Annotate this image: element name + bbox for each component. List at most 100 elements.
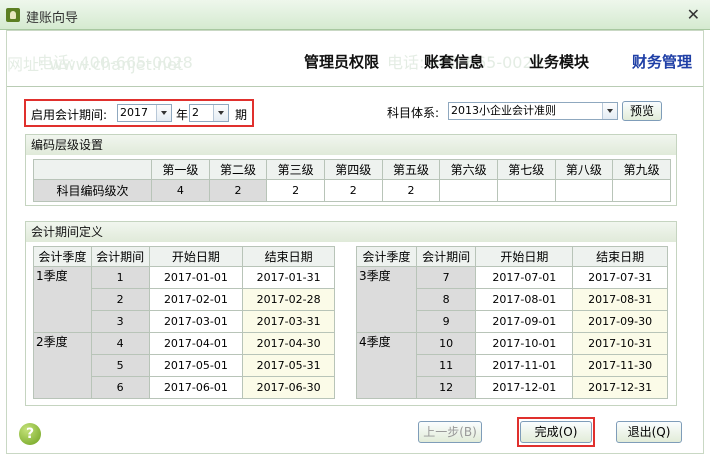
end-date-cell[interactable]: 2017-10-31 xyxy=(572,332,668,355)
close-icon[interactable]: ✕ xyxy=(687,5,700,24)
period-number-cell: 1 xyxy=(90,266,150,289)
start-date-cell: 2017-02-01 xyxy=(148,288,244,311)
end-date-cell[interactable]: 2017-02-28 xyxy=(242,288,335,311)
end-date-cell[interactable]: 2017-05-31 xyxy=(242,354,335,377)
chevron-down-icon[interactable] xyxy=(156,105,171,121)
coding-values-row: 科目编码级次 4 2 2 2 2 xyxy=(33,179,671,202)
coding-level-header: 第八级 xyxy=(554,159,614,180)
coding-level-header: 第五级 xyxy=(381,159,441,180)
end-date-cell[interactable]: 2017-03-31 xyxy=(242,310,335,333)
month-value: 2 xyxy=(192,106,199,119)
app-icon xyxy=(6,8,20,22)
coding-level-value[interactable] xyxy=(496,179,556,202)
period-number-cell: 7 xyxy=(415,266,477,289)
title-bar: 建账向导 ✕ xyxy=(0,0,710,30)
coding-level-header: 第二级 xyxy=(208,159,268,180)
exit-button[interactable]: 退出(Q) xyxy=(616,421,682,443)
coding-level-header: 第一级 xyxy=(151,159,210,180)
wizard-body: 电话: 400-665-0028 电话: 400-665-0028 网址: ww… xyxy=(6,30,704,454)
step-admin-rights[interactable]: 管理员权限 xyxy=(304,51,379,72)
end-date-cell[interactable]: 2017-07-31 xyxy=(572,266,668,289)
quarter-cell: 4季度 xyxy=(356,332,417,399)
end-date-cell[interactable]: 2017-04-30 xyxy=(242,332,335,355)
quarter-cell: 1季度 xyxy=(33,266,92,333)
end-date-cell[interactable]: 2017-01-31 xyxy=(242,266,335,289)
coding-level-value[interactable]: 2 xyxy=(381,179,441,202)
chevron-down-icon[interactable] xyxy=(602,103,617,119)
end-date-cell[interactable]: 2017-06-30 xyxy=(242,376,335,399)
step-account-info[interactable]: 账套信息 xyxy=(424,51,484,72)
subject-system-value: 2013小企业会计准则 xyxy=(451,104,556,117)
start-date-cell: 2017-03-01 xyxy=(148,310,244,333)
period-column-header: 结束日期 xyxy=(242,246,335,267)
start-date-cell: 2017-05-01 xyxy=(148,354,244,377)
start-date-cell: 2017-04-01 xyxy=(148,332,244,355)
coding-level-title: 编码层级设置 xyxy=(26,135,676,155)
start-date-cell: 2017-09-01 xyxy=(475,310,574,333)
period-number-cell: 2 xyxy=(90,288,150,311)
coding-level-value[interactable]: 2 xyxy=(323,179,383,202)
year-select[interactable]: 2017 xyxy=(117,104,172,122)
period-definition-group: 会计期间定义 会计季度 会计期间 开始日期 结束日期 1季度 1 2017-01-01 201… xyxy=(25,221,677,406)
period-table-right: 会计季度 会计期间 开始日期 结束日期 3季度 7 2017-07-01 2017-07-31… xyxy=(356,246,668,399)
quarter-cell: 3季度 xyxy=(356,266,417,333)
period-number-cell: 3 xyxy=(90,310,150,333)
coding-header-row: 第一级 第二级 第三级 第四级 第五级 第六级 第七级 第八级 第九级 xyxy=(33,159,671,180)
period-header-row: 会计季度 会计期间 开始日期 结束日期 xyxy=(356,246,668,267)
period-header-row: 会计季度 会计期间 开始日期 结束日期 xyxy=(33,246,335,267)
watermark-site: 网址: www.chanjet.net xyxy=(7,55,184,74)
coding-level-header: 第三级 xyxy=(266,159,325,180)
start-date-cell: 2017-01-01 xyxy=(148,266,244,289)
subject-system-select[interactable]: 2013小企业会计准则 xyxy=(448,102,618,120)
period-definition-title: 会计期间定义 xyxy=(26,222,676,242)
coding-level-header: 第四级 xyxy=(323,159,383,180)
period-number-cell: 6 xyxy=(90,376,150,399)
coding-level-value[interactable]: 2 xyxy=(208,179,268,202)
coding-level-header: 第九级 xyxy=(612,159,671,180)
start-date-cell: 2017-06-01 xyxy=(148,376,244,399)
coding-level-value[interactable]: 2 xyxy=(266,179,325,202)
prev-step-button[interactable]: 上一步(B) xyxy=(418,421,482,443)
wizard-steps: 电话: 400-665-0028 网址: www.chanjet.net 电话:… xyxy=(7,31,703,87)
end-date-cell[interactable]: 2017-08-31 xyxy=(572,288,668,311)
period-column-header: 结束日期 xyxy=(572,246,668,267)
year-value: 2017 xyxy=(120,106,148,119)
period-row: 3季度 7 2017-07-01 2017-07-31 xyxy=(356,266,668,333)
end-date-cell[interactable]: 2017-12-31 xyxy=(572,376,668,399)
start-period-label: 启用会计期间: xyxy=(31,108,108,122)
coding-row-label: 科目编码级次 xyxy=(33,179,152,202)
period-column-header: 会计季度 xyxy=(33,246,92,267)
help-icon[interactable]: ? xyxy=(19,423,41,445)
coding-corner-cell xyxy=(33,159,152,180)
start-date-cell: 2017-11-01 xyxy=(475,354,574,377)
start-period-selector: 启用会计期间: 2017 年 2 期 xyxy=(24,99,254,127)
coding-level-value[interactable] xyxy=(612,179,671,202)
quarter-cell: 2季度 xyxy=(33,332,92,399)
coding-level-value[interactable]: 4 xyxy=(151,179,210,202)
chevron-down-icon[interactable] xyxy=(213,105,228,121)
coding-level-value[interactable] xyxy=(554,179,614,202)
period-column-header: 会计期间 xyxy=(90,246,150,267)
period-table-left: 会计季度 会计期间 开始日期 结束日期 1季度 1 2017-01-01 2017-01-31… xyxy=(33,246,335,399)
period-column-header: 会计期间 xyxy=(415,246,477,267)
month-select[interactable]: 2 xyxy=(189,104,229,122)
year-unit-label: 年 xyxy=(176,108,189,122)
period-number-cell: 4 xyxy=(90,332,150,355)
window-title: 建账向导 xyxy=(26,11,79,26)
end-date-cell[interactable]: 2017-11-30 xyxy=(572,354,668,377)
start-date-cell: 2017-10-01 xyxy=(475,332,574,355)
period-column-header: 开始日期 xyxy=(475,246,574,267)
period-row: 4季度 10 2017-10-01 2017-10-31 xyxy=(356,332,668,399)
period-column-header: 会计季度 xyxy=(356,246,417,267)
period-number-cell: 8 xyxy=(415,288,477,311)
finish-button[interactable]: 完成(O) xyxy=(520,421,592,443)
coding-level-value[interactable] xyxy=(439,179,498,202)
step-finance-management[interactable]: 财务管理 xyxy=(632,51,692,72)
coding-level-table: 第一级 第二级 第三级 第四级 第五级 第六级 第七级 第八级 第九级 科目编码级次 4 2 2 2 2 xyxy=(33,159,671,202)
preview-button[interactable]: 预览 xyxy=(622,101,662,121)
end-date-cell[interactable]: 2017-09-30 xyxy=(572,310,668,333)
period-number-cell: 10 xyxy=(415,332,477,355)
watermark-phone: 电话: 400-665-0028 xyxy=(37,53,193,72)
period-unit-label: 期 xyxy=(235,108,248,122)
step-business-modules[interactable]: 业务模块 xyxy=(529,51,589,72)
